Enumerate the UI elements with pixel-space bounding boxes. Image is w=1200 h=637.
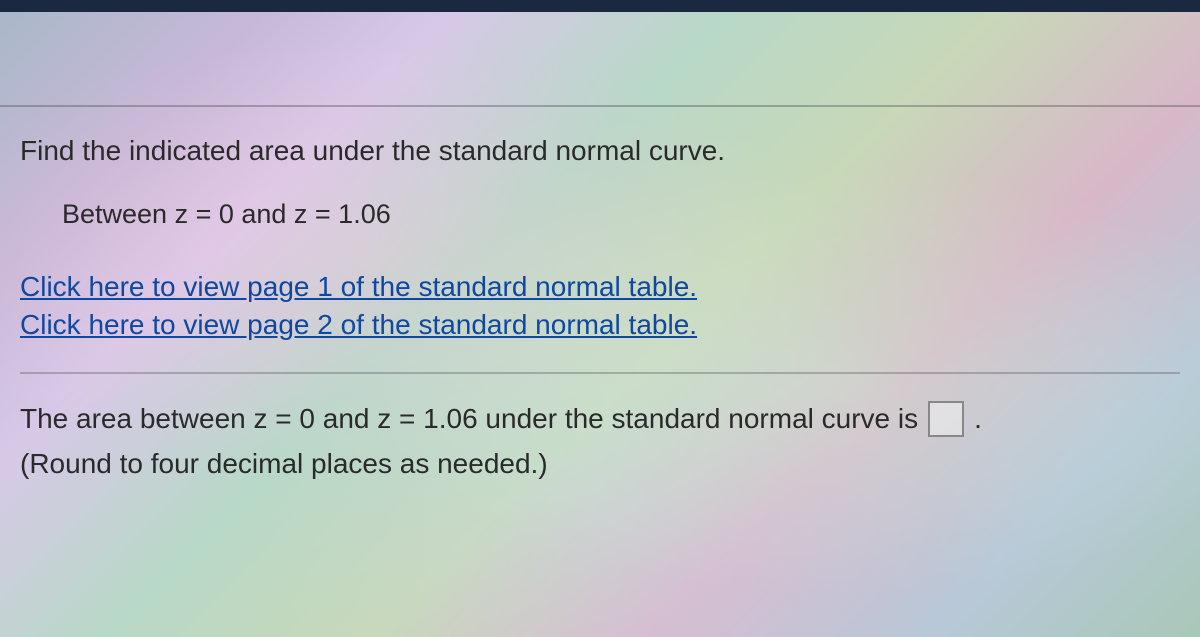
answer-prefix: The area between z = 0 and z = 1.06 unde… xyxy=(20,398,918,440)
question-condition: Between z = 0 and z = 1.06 xyxy=(62,199,1180,230)
question-content: Find the indicated area under the standa… xyxy=(0,107,1200,500)
question-title: Find the indicated area under the standa… xyxy=(20,135,1180,167)
answer-input[interactable] xyxy=(928,401,964,437)
link-table-page-2[interactable]: Click here to view page 2 of the standar… xyxy=(20,306,1180,344)
answer-statement: The area between z = 0 and z = 1.06 unde… xyxy=(20,398,1180,440)
rounding-instruction: (Round to four decimal places as needed.… xyxy=(20,448,1180,480)
header-space xyxy=(0,12,1200,107)
section-divider xyxy=(20,372,1180,374)
window-top-bar xyxy=(0,0,1200,12)
answer-suffix: . xyxy=(974,398,982,440)
link-table-page-1[interactable]: Click here to view page 1 of the standar… xyxy=(20,268,1180,306)
